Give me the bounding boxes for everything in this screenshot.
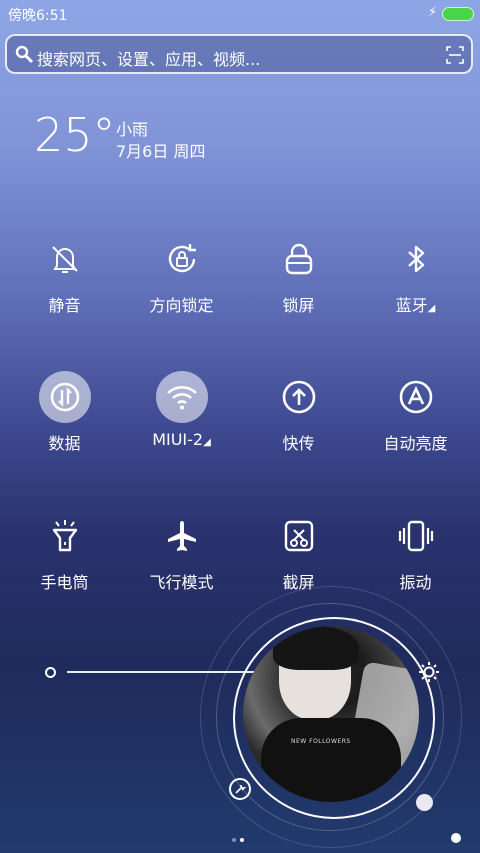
tile-label: 飞行模式 (149, 573, 214, 592)
tile-wifi[interactable]: MIUI-2◢ (123, 371, 240, 491)
album-cover-hair (273, 626, 359, 670)
weather-condition: 小雨 (116, 120, 149, 139)
bell-off-icon (39, 233, 91, 285)
tile-label: 快传 (282, 434, 315, 453)
page-indicator (232, 827, 248, 846)
tile-label: 锁屏 (282, 296, 315, 315)
weather-temperature: 25° (34, 108, 116, 162)
tile-label: 振动 (399, 573, 432, 592)
search-icon (15, 45, 34, 64)
tile-label-text: MIUI-2 (152, 430, 204, 449)
bolt-icon: ⚡ (428, 5, 438, 20)
airplane-icon (156, 510, 208, 562)
tile-lock-screen[interactable]: 锁屏 (240, 233, 357, 353)
tile-label: MIUI-2◢ (123, 430, 240, 449)
tile-airplane[interactable]: 飞行模式 (123, 510, 240, 630)
tile-label: 手电筒 (40, 573, 89, 592)
tile-auto-brightness[interactable]: 自动亮度 (357, 371, 474, 491)
tile-label: 静音 (48, 296, 81, 315)
flashlight-icon (39, 510, 91, 562)
mobile-data-icon (39, 371, 91, 423)
tile-mobile-data[interactable]: 数据 (6, 371, 123, 491)
quick-share-icon (273, 371, 325, 423)
corner-dot[interactable] (451, 833, 461, 843)
tile-rotation-lock[interactable]: 方向锁定 (123, 233, 240, 353)
status-bar: 傍晚6:51 ⚡ (0, 0, 480, 28)
wifi-icon (156, 371, 208, 423)
tile-mute[interactable]: 静音 (6, 233, 123, 353)
auto-brightness-icon (390, 371, 442, 423)
music-position-dot[interactable] (416, 794, 433, 811)
search-bar[interactable]: 搜索网页、设置、应用、视频... (5, 34, 473, 74)
page-dot (232, 838, 236, 842)
rotation-lock-icon (156, 233, 208, 285)
page-dot-active (240, 838, 244, 842)
wrench-icon[interactable] (229, 778, 251, 800)
dropdown-triangle-icon: ◢ (203, 437, 211, 448)
album-cover-shirt-text: NEW FOLLOWERS (291, 738, 351, 745)
tile-flashlight[interactable]: 手电筒 (6, 510, 123, 630)
album-cover-shirt (261, 718, 401, 802)
tile-quick-share[interactable]: 快传 (240, 371, 357, 491)
battery-icon (442, 7, 474, 21)
tile-label: 数据 (48, 434, 81, 453)
tile-label-text: 蓝牙 (395, 296, 428, 315)
vibrate-icon (390, 510, 442, 562)
tile-bluetooth[interactable]: 蓝牙◢ (357, 233, 474, 353)
status-time: 傍晚6:51 (8, 8, 68, 24)
screenshot-icon (273, 510, 325, 562)
scan-icon[interactable] (445, 45, 465, 65)
lock-icon (273, 233, 325, 285)
dropdown-triangle-icon: ◢ (427, 303, 436, 314)
search-placeholder: 搜索网页、设置、应用、视频... (37, 50, 261, 69)
bluetooth-icon (390, 233, 442, 285)
tile-label: 蓝牙◢ (357, 292, 474, 316)
weather-date: 7月6日 周四 (116, 142, 206, 161)
album-cover[interactable]: NEW FOLLOWERS (243, 626, 419, 802)
brightness-low-icon (45, 667, 56, 678)
tile-label: 自动亮度 (383, 434, 448, 453)
tile-label: 方向锁定 (149, 296, 214, 315)
